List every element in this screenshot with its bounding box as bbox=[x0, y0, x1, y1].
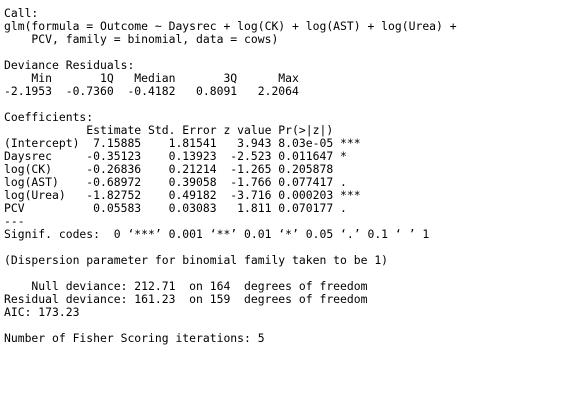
signif-codes: Signif. codes: 0 ‘***’ 0.001 ‘**’ 0.01 ‘… bbox=[4, 227, 430, 241]
dispersion-note: (Dispersion parameter for binomial famil… bbox=[4, 253, 389, 267]
r-console-output: Call: glm(formula = Outcome ~ Daysrec + … bbox=[0, 0, 573, 406]
fisher-scoring-iterations: Number of Fisher Scoring iterations: 5 bbox=[4, 331, 265, 345]
deviance-residuals-values: -2.1953 -0.7360 -0.4182 0.8091 2.2064 bbox=[4, 84, 299, 98]
call-formula-line-2: PCV, family = binomial, data = cows) bbox=[4, 32, 279, 46]
residual-deviance: Residual deviance: 161.23 on 159 degrees… bbox=[4, 292, 368, 306]
coefficient-row-pcv: PCV 0.05583 0.03083 1.811 0.070177 . bbox=[4, 201, 347, 215]
aic-value: AIC: 173.23 bbox=[4, 305, 80, 319]
